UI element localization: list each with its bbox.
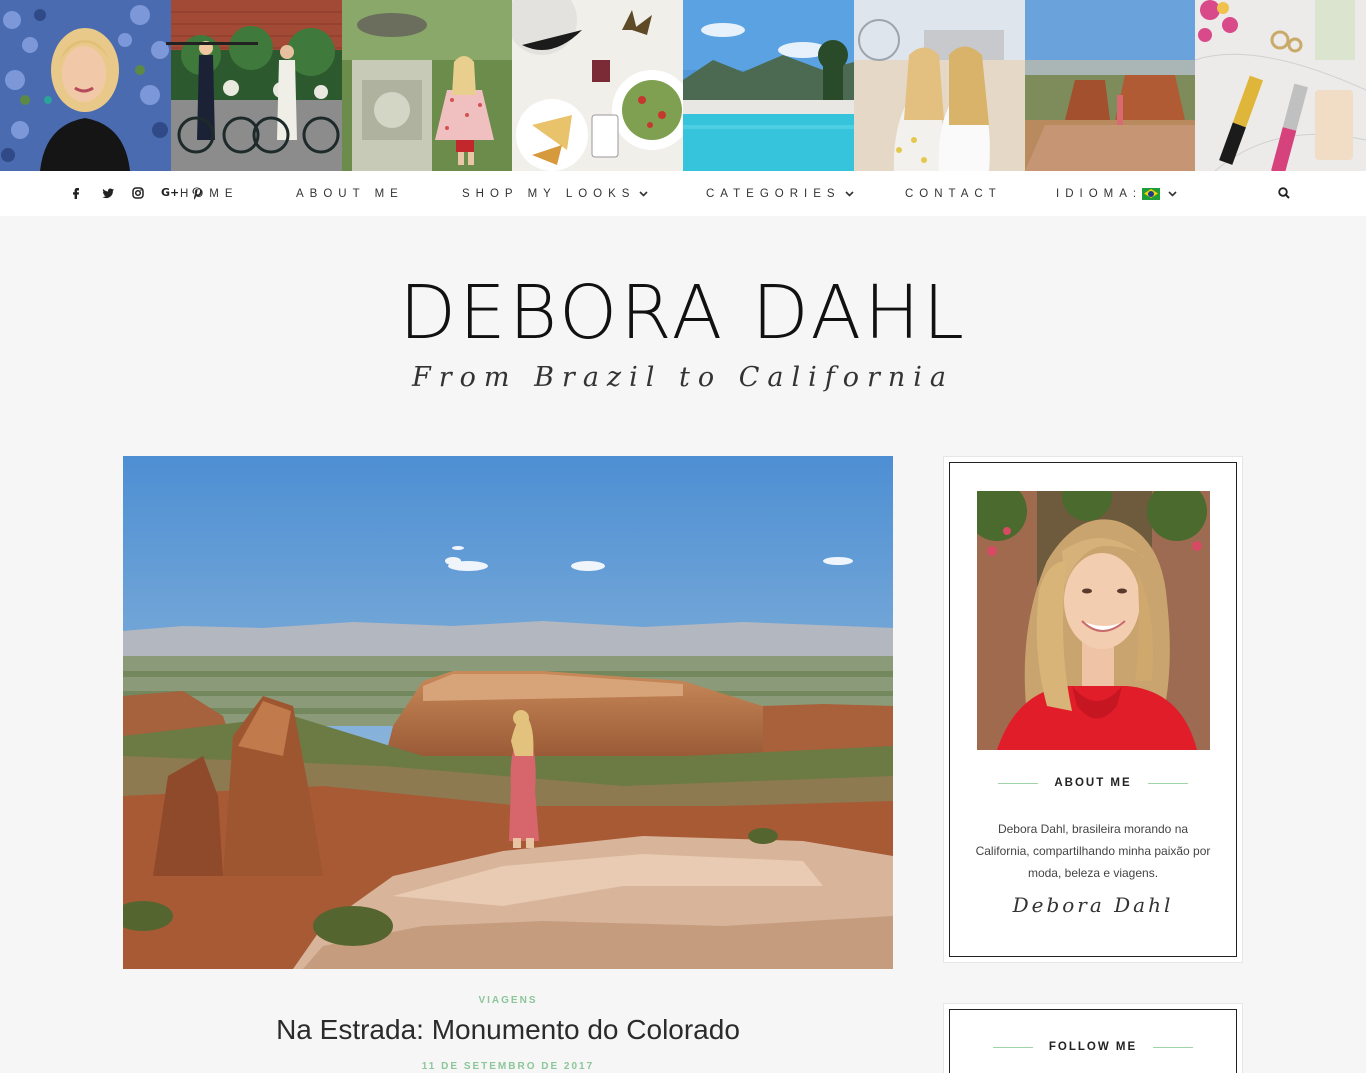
nav-categories-label: CATEGORIES — [706, 187, 841, 200]
heading-divider-right — [1153, 1046, 1194, 1048]
nav-about-label: ABOUT ME — [296, 187, 404, 200]
post-title[interactable]: Na Estrada: Monumento do Colorado — [123, 1014, 893, 1046]
insta-photo-4[interactable] — [512, 0, 683, 171]
nav-about-me[interactable]: ABOUT ME — [296, 171, 404, 216]
instagram-strip — [0, 0, 1366, 171]
about-me-heading-text: ABOUT ME — [1054, 777, 1132, 789]
nav-shop-label: SHOP MY LOOKS — [462, 187, 636, 200]
twitter-icon[interactable] — [101, 186, 115, 200]
post-featured-image[interactable] — [123, 456, 893, 969]
instagram-icon[interactable] — [131, 186, 145, 200]
search-icon[interactable] — [1277, 186, 1291, 200]
insta-photo-2[interactable] — [170, 0, 342, 171]
chevron-down-icon — [639, 190, 649, 197]
heading-divider-right — [1147, 782, 1188, 784]
nav-categories[interactable]: CATEGORIES — [706, 171, 854, 216]
brazil-flag-icon — [1142, 187, 1161, 200]
nav-shop-my-looks[interactable]: SHOP MY LOOKS — [462, 171, 649, 216]
post-date: 11 DE SETEMBRO DE 2017 — [421, 1061, 595, 1072]
about-me-heading: ABOUT ME — [943, 777, 1243, 789]
chevron-down-icon — [844, 190, 854, 197]
nav-home-label: HOME — [180, 187, 239, 200]
nav-active-indicator — [166, 42, 258, 45]
post-category[interactable]: VIAGENS — [123, 995, 893, 1006]
heading-divider-left — [992, 1046, 1033, 1048]
nav-contact[interactable]: CONTACT — [905, 171, 1002, 216]
insta-photo-6[interactable] — [853, 0, 1025, 171]
insta-photo-1[interactable] — [0, 0, 171, 171]
chevron-down-icon — [1168, 190, 1177, 197]
about-me-text: Debora Dahl, brasileira morando na Calif… — [975, 822, 1211, 880]
follow-me-heading: FOLLOW ME — [943, 1041, 1243, 1053]
heading-divider-left — [998, 782, 1039, 784]
nav-contact-label: CONTACT — [905, 187, 1002, 200]
about-me-photo — [977, 491, 1210, 750]
site-title[interactable]: DEBORA DAHL — [0, 268, 1366, 358]
google-plus-icon[interactable]: G+ — [161, 186, 179, 200]
author-signature: Debora Dahl — [1012, 893, 1174, 917]
facebook-icon[interactable] — [69, 186, 83, 200]
insta-photo-8[interactable] — [1195, 0, 1366, 171]
follow-me-widget — [943, 1003, 1243, 1073]
nav-language[interactable]: IDIOMA: — [1056, 171, 1177, 216]
insta-photo-7[interactable] — [1024, 0, 1196, 171]
nav-language-label: IDIOMA: — [1056, 187, 1143, 200]
insta-photo-5[interactable] — [683, 0, 854, 171]
insta-photo-3[interactable] — [341, 0, 513, 171]
nav-home[interactable]: HOME — [180, 171, 239, 216]
site-tagline: From Brazil to California — [412, 362, 954, 393]
follow-me-heading-text: FOLLOW ME — [1048, 1041, 1138, 1053]
